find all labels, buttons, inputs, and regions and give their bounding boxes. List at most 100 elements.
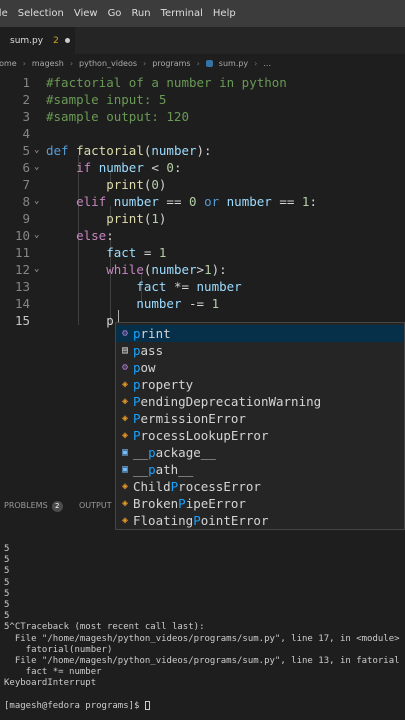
menu-run[interactable]: Run	[126, 8, 155, 19]
suggestion-item[interactable]: ▣ __path__	[116, 461, 404, 478]
terminal[interactable]: 5 5 5 5 5 5 5 5^CTraceback (most recent call la…	[0, 540, 405, 712]
code-token: while	[106, 262, 144, 277]
code-token: if	[76, 160, 99, 175]
code-token: =	[136, 245, 159, 260]
menu-terminal[interactable]: Terminal	[156, 8, 208, 19]
code-line[interactable]: 13 fact *= number	[0, 278, 405, 295]
terminal-line: 5	[4, 566, 10, 577]
menu-help[interactable]: Help	[208, 8, 241, 19]
code-token: number	[151, 262, 197, 277]
terminal-line: 5	[4, 600, 10, 610]
suggestion-item[interactable]: ◈ ChildProcessError	[116, 478, 404, 495]
code-line[interactable]: 5 ⌄ def factorial(number):	[0, 142, 405, 159]
code-token: >	[196, 262, 205, 277]
terminal-line: KeyboardInterrupt	[4, 678, 97, 689]
code-text: number -= 1	[46, 295, 219, 312]
line-number: 6	[22, 160, 30, 175]
code-line[interactable]: 8 ⌄ elif number == 0 or number == 1:	[0, 193, 405, 210]
code-text: if number < 0:	[46, 159, 181, 176]
tab-problems[interactable]: PROBLEMS 2	[4, 501, 63, 512]
menu-selection[interactable]: Selection	[13, 8, 69, 19]
variable-icon: ▣	[121, 464, 129, 475]
menu-view[interactable]: View	[69, 8, 103, 19]
editor-tab-sum-py[interactable]: sum.py 2	[0, 27, 75, 54]
code-text: p	[46, 312, 114, 329]
breadcrumb-item[interactable]: ...	[263, 59, 271, 68]
code-line[interactable]: 10 ⌄ else:	[0, 227, 405, 244]
suggestion-item[interactable]: ◈ property	[116, 376, 404, 393]
code-token: :	[173, 160, 182, 175]
code-token: ==	[158, 194, 190, 209]
suggestion-item[interactable]: ▣ __package__	[116, 444, 404, 461]
code-token: print	[106, 177, 144, 192]
code-text: print(1)	[46, 210, 166, 227]
code-token: 0	[166, 160, 174, 175]
line-number: 10	[14, 228, 30, 243]
tab-output[interactable]: OUTPUT	[79, 501, 112, 510]
code-token: elif	[76, 194, 114, 209]
panel-tabs: PROBLEMS 2 OUTPUT	[0, 496, 405, 518]
suggestion-label: print	[133, 326, 171, 341]
unsaved-dot-icon[interactable]	[64, 38, 70, 43]
line-number: 13	[14, 279, 30, 294]
menu-go[interactable]: Go	[103, 8, 127, 19]
fold-chevron-icon[interactable]: ⌄	[34, 193, 39, 210]
code-text: else:	[46, 227, 114, 244]
code-token: fact	[136, 279, 167, 294]
fold-chevron-icon[interactable]: ⌄	[34, 261, 39, 278]
terminal-line: 5	[4, 555, 10, 566]
code-text: #factorial of a number in python	[46, 74, 287, 91]
breadcrumb-item[interactable]: home	[0, 59, 17, 68]
code-line[interactable]: 4	[0, 125, 405, 142]
code-token: number	[98, 160, 144, 175]
breadcrumb-separator-icon: ›	[143, 58, 147, 68]
suggestion-label: __package__	[133, 445, 216, 460]
suggestion-item[interactable]: ◈ PendingDeprecationWarning	[116, 393, 404, 410]
terminal-line: [magesh@fedora programs]$	[4, 700, 150, 712]
code-token: ):	[196, 143, 212, 158]
code-line[interactable]: 3 #sample output: 120	[0, 108, 405, 125]
code-text: fact = 1	[46, 244, 166, 261]
breadcrumb: home › magesh › python_videos › programs › sum.p…	[0, 56, 405, 70]
suggestion-item[interactable]: ◈ ProcessLookupError	[116, 427, 404, 444]
code-token: 1	[204, 262, 212, 277]
problems-count-badge: 2	[51, 501, 63, 512]
suggestion-item[interactable]: ▤ pass	[116, 342, 404, 359]
breadcrumb-item[interactable]: python_videos	[79, 59, 137, 68]
suggestion-label: PermissionError	[133, 411, 246, 426]
breadcrumb-item[interactable]: magesh	[32, 59, 64, 68]
breadcrumb-item[interactable]: programs	[152, 59, 190, 68]
breadcrumb-item[interactable]: sum.py	[205, 59, 248, 68]
code-line[interactable]: 1 #factorial of a number in python	[0, 74, 405, 91]
fold-chevron-icon[interactable]: ⌄	[34, 227, 39, 244]
code-token: <	[143, 160, 167, 175]
menu-file[interactable]: File	[0, 8, 13, 19]
code-line[interactable]: 14 number -= 1	[0, 295, 405, 312]
code-line[interactable]: 11 fact = 1	[0, 244, 405, 261]
fold-chevron-icon[interactable]: ⌄	[34, 159, 39, 176]
code-token: factorial	[76, 143, 144, 158]
code-line[interactable]: 2 #sample input: 5	[0, 91, 405, 108]
fold-chevron-icon[interactable]: ⌄	[34, 142, 39, 159]
terminal-line: 5^CTraceback (most recent call last):	[4, 622, 205, 633]
code-token: p	[106, 313, 114, 328]
code-line[interactable]: 6 ⌄ if number < 0:	[0, 159, 405, 176]
terminal-cursor	[144, 700, 150, 710]
code-line[interactable]: 7 print(0)	[0, 176, 405, 193]
code-line[interactable]: 9 print(1)	[0, 210, 405, 227]
code-text: fact *= number	[46, 278, 241, 295]
suggestion-item[interactable]: ◈ PermissionError	[116, 410, 404, 427]
terminal-line: File "/home/magesh/python_videos/program…	[4, 633, 400, 644]
code-text: while(number>1):	[46, 261, 226, 278]
code-line[interactable]: 12 ⌄ while(number>1):	[0, 261, 405, 278]
line-number: 14	[14, 296, 30, 311]
class-icon: ◈	[121, 413, 129, 424]
terminal-line: 5	[4, 544, 10, 554]
suggestion-item[interactable]: ⚙ print	[116, 325, 404, 342]
suggestion-item[interactable]: ⚙ pow	[116, 359, 404, 376]
